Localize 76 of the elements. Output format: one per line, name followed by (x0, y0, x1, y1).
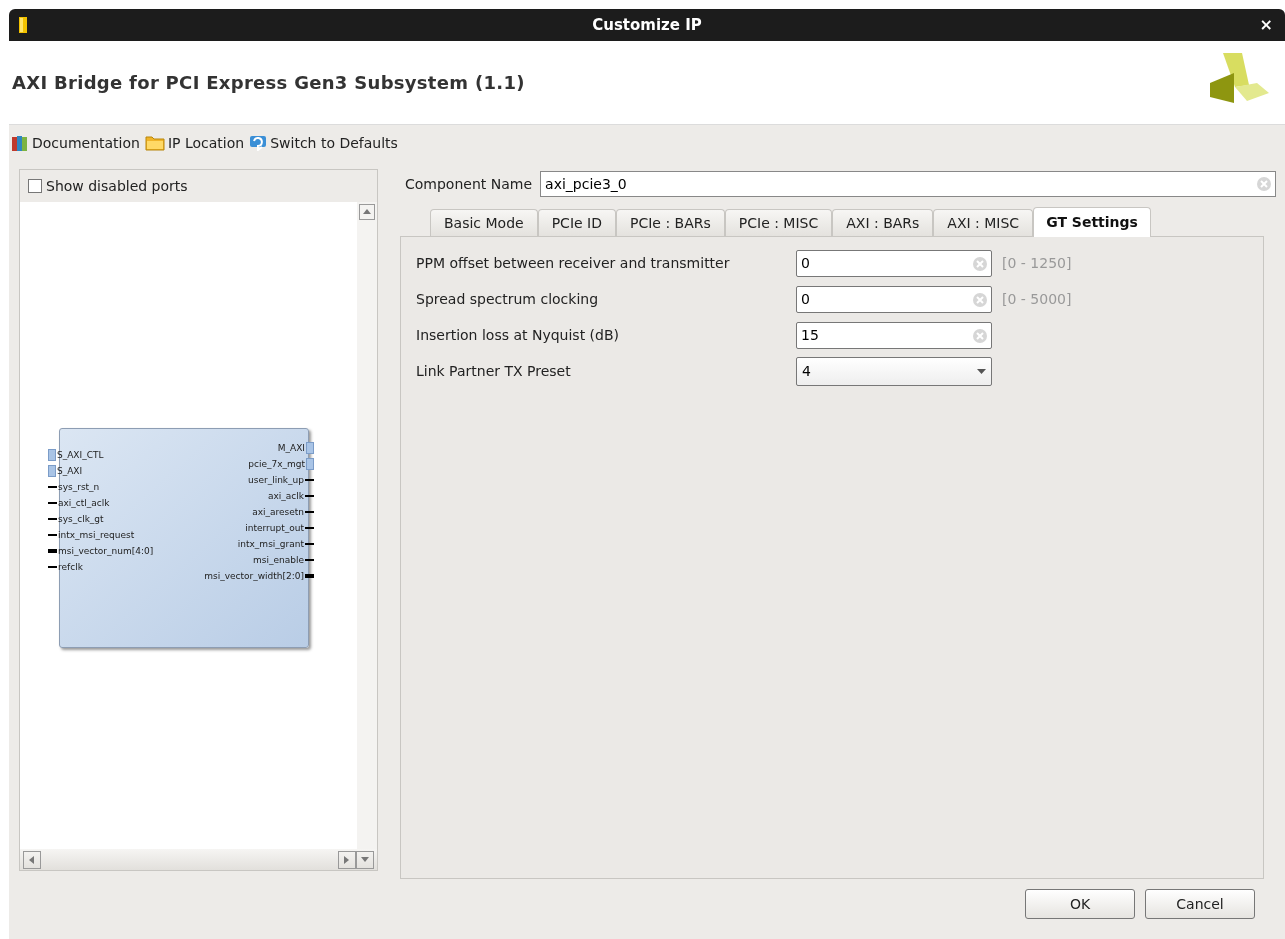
scroll-right-icon[interactable] (338, 850, 356, 869)
toolbar-link[interactable]: Switch to Defaults (249, 132, 398, 154)
vertical-scrollbar[interactable] (357, 202, 377, 849)
wire-pin-icon (305, 479, 314, 481)
wire-pin-icon (305, 495, 314, 497)
app-icon (17, 16, 29, 34)
tab[interactable]: PCIe ID (537, 209, 616, 236)
port-label: msi_vector_num[4:0] (58, 546, 154, 556)
component-name-field[interactable]: axi_pcie3_0 (540, 171, 1276, 197)
port-label: intx_msi_grant (237, 539, 304, 549)
port-label: M_AXI (277, 443, 305, 453)
toolbar-link[interactable]: Documentation (11, 132, 140, 154)
dialog-button[interactable]: OK (1025, 889, 1135, 919)
port-label: sys_rst_n (58, 482, 100, 492)
port-label: user_link_up (248, 475, 304, 485)
scroll-up-icon[interactable] (359, 204, 375, 220)
port-label: pcie_7x_mgt (248, 459, 305, 469)
range-hint: [0 - 5000] (1002, 290, 1072, 309)
toolbar-link[interactable]: IP Location (144, 132, 245, 154)
wire-pin-icon (48, 534, 57, 536)
tab[interactable]: PCIe : BARs (616, 209, 725, 236)
bus-pin-icon (306, 458, 314, 470)
text-field[interactable]: 15 (796, 322, 992, 349)
range-hint: [0 - 1250] (1002, 254, 1072, 273)
port-label: msi_enable (253, 555, 304, 565)
dialog-button[interactable]: Cancel (1145, 889, 1255, 919)
tab[interactable]: Basic Mode (430, 209, 538, 236)
bus-pin-icon (48, 449, 56, 461)
scroll-down-icon[interactable] (356, 850, 374, 869)
port-label: interrupt_out (245, 523, 304, 533)
bus-pin-icon (48, 465, 56, 477)
tab[interactable]: PCIe : MISC (724, 209, 833, 236)
field-label: Component Name (405, 174, 533, 194)
port-label: sys_clk_gt (58, 514, 104, 524)
wire-pin-icon (48, 566, 57, 568)
refresh-icon (249, 135, 268, 151)
clear-icon[interactable] (1257, 177, 1271, 191)
vector-pin-icon (305, 574, 314, 578)
field-label: Insertion loss at Nyquist (dB) (416, 326, 620, 345)
port-label: msi_vector_width[2:0] (204, 571, 304, 581)
wire-pin-icon (48, 502, 57, 504)
wire-pin-icon (48, 486, 57, 488)
tab[interactable]: GT Settings (1033, 207, 1151, 237)
bus-pin-icon (306, 442, 314, 454)
port-label: S_AXI_CTL (57, 450, 104, 460)
wire-pin-icon (305, 559, 314, 561)
clear-icon[interactable] (973, 292, 987, 307)
port-label: axi_aresetn (252, 507, 304, 517)
horizontal-scrollbar[interactable] (20, 849, 377, 870)
text-field[interactable]: 0 (796, 286, 992, 313)
dropdown[interactable]: 4 (796, 357, 992, 386)
wire-pin-icon (305, 543, 314, 545)
wire-pin-icon (305, 511, 314, 513)
tab[interactable]: AXI : MISC (933, 209, 1034, 236)
port-label: S_AXI (57, 466, 83, 476)
port-label: axi_ctl_aclk (58, 498, 110, 508)
text-field[interactable]: 0 (796, 250, 992, 277)
wire-pin-icon (305, 527, 314, 529)
dropdown-arrow-icon (977, 369, 986, 374)
port-label: refclk (58, 562, 83, 572)
port-label: axi_aclk (267, 491, 304, 501)
books-icon (11, 134, 29, 152)
window-title: Customize IP (592, 14, 702, 36)
field-label: Spread spectrum clocking (416, 290, 600, 309)
folder-icon (144, 135, 165, 151)
close-button[interactable]: × (1255, 13, 1277, 37)
ip-title: AXI Bridge for PCI Express Gen3 Subsystem (1.1) (12, 71, 525, 95)
clear-icon[interactable] (973, 328, 987, 343)
clear-icon[interactable] (973, 256, 987, 271)
wire-pin-icon (48, 518, 57, 520)
scroll-left-icon[interactable] (23, 850, 41, 869)
tab[interactable]: AXI : BARs (832, 209, 934, 236)
field-label: PPM offset between receiver and transmitter (416, 254, 731, 273)
port-label: intx_msi_request (58, 530, 135, 540)
field-label: Link Partner TX Preset (416, 362, 572, 381)
vector-pin-icon (48, 549, 57, 553)
